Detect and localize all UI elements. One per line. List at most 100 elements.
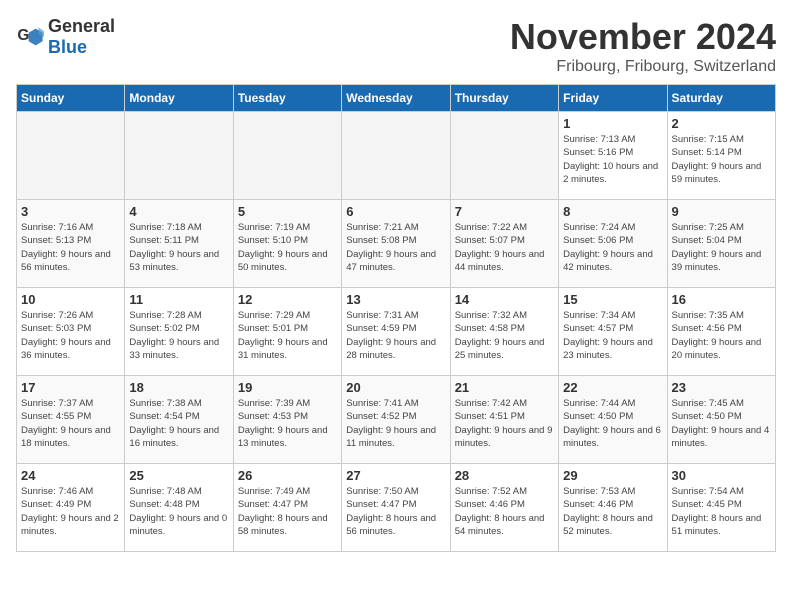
day-number: 18 bbox=[129, 380, 228, 395]
day-info: Sunrise: 7:52 AM Sunset: 4:46 PM Dayligh… bbox=[455, 485, 554, 538]
day-info: Sunrise: 7:44 AM Sunset: 4:50 PM Dayligh… bbox=[563, 397, 662, 450]
day-number: 3 bbox=[21, 204, 120, 219]
day-number: 29 bbox=[563, 468, 662, 483]
calendar-cell bbox=[233, 112, 341, 200]
header-day-friday: Friday bbox=[559, 85, 667, 112]
calendar-table: SundayMondayTuesdayWednesdayThursdayFrid… bbox=[16, 84, 776, 552]
week-row-3: 10Sunrise: 7:26 AM Sunset: 5:03 PM Dayli… bbox=[17, 288, 776, 376]
calendar-cell bbox=[17, 112, 125, 200]
calendar-cell: 4 Sunrise: 7:18 AM Sunset: 5:11 PM Daylig… bbox=[125, 200, 233, 288]
day-info: Sunrise: 7:48 AM Sunset: 4:48 PM Dayligh… bbox=[129, 485, 228, 538]
calendar-cell bbox=[125, 112, 233, 200]
day-number: 15 bbox=[563, 292, 662, 307]
day-number: 30 bbox=[672, 468, 771, 483]
day-info: Sunrise: 7:31 AM Sunset: 4:59 PM Dayligh… bbox=[346, 309, 445, 362]
day-info: Sunrise: 7:45 AM Sunset: 4:50 PM Dayligh… bbox=[672, 397, 771, 450]
day-number: 10 bbox=[21, 292, 120, 307]
calendar-cell: 2Sunrise: 7:15 AM Sunset: 5:14 PM Daylig… bbox=[667, 112, 775, 200]
day-info: Sunrise: 7:22 AM Sunset: 5:07 PM Dayligh… bbox=[455, 221, 554, 274]
day-number: 19 bbox=[238, 380, 337, 395]
day-info: Sunrise: 7:18 AM Sunset: 5:11 PM Dayligh… bbox=[129, 221, 228, 274]
calendar-cell: 30Sunrise: 7:54 AM Sunset: 4:45 PM Dayli… bbox=[667, 464, 775, 552]
day-info: Sunrise: 7:28 AM Sunset: 5:02 PM Dayligh… bbox=[129, 309, 228, 362]
header-day-monday: Monday bbox=[125, 85, 233, 112]
day-info: Sunrise: 7:35 AM Sunset: 4:56 PM Dayligh… bbox=[672, 309, 771, 362]
calendar-cell: 27 Sunrise: 7:50 AM Sunset: 4:47 PM Dayli… bbox=[342, 464, 450, 552]
day-number: 21 bbox=[455, 380, 554, 395]
day-info: Sunrise: 7:24 AM Sunset: 5:06 PM Dayligh… bbox=[563, 221, 662, 274]
calendar-cell: 19 Sunrise: 7:39 AM Sunset: 4:53 PM Dayli… bbox=[233, 376, 341, 464]
logo: G General Blue bbox=[16, 16, 115, 58]
day-info: Sunrise: 7:29 AM Sunset: 5:01 PM Dayligh… bbox=[238, 309, 337, 362]
day-info: Sunrise: 7:37 AM Sunset: 4:55 PM Dayligh… bbox=[21, 397, 120, 450]
day-number: 12 bbox=[238, 292, 337, 307]
day-number: 4 bbox=[129, 204, 228, 219]
day-number: 6 bbox=[346, 204, 445, 219]
day-info: Sunrise: 7:15 AM Sunset: 5:14 PM Dayligh… bbox=[672, 133, 771, 186]
week-row-1: 1 Sunrise: 7:13 AM Sunset: 5:16 PM Daylig… bbox=[17, 112, 776, 200]
calendar-cell: 25 Sunrise: 7:48 AM Sunset: 4:48 PM Dayli… bbox=[125, 464, 233, 552]
calendar-cell: 18Sunrise: 7:38 AM Sunset: 4:54 PM Dayli… bbox=[125, 376, 233, 464]
day-number: 28 bbox=[455, 468, 554, 483]
calendar-cell bbox=[342, 112, 450, 200]
day-number: 14 bbox=[455, 292, 554, 307]
header-day-wednesday: Wednesday bbox=[342, 85, 450, 112]
header-day-tuesday: Tuesday bbox=[233, 85, 341, 112]
location-title: Fribourg, Fribourg, Switzerland bbox=[510, 58, 776, 76]
day-info: Sunrise: 7:13 AM Sunset: 5:16 PM Dayligh… bbox=[563, 133, 662, 186]
calendar-cell: 12 Sunrise: 7:29 AM Sunset: 5:01 PM Dayli… bbox=[233, 288, 341, 376]
calendar-cell: 16 Sunrise: 7:35 AM Sunset: 4:56 PM Dayli… bbox=[667, 288, 775, 376]
day-number: 25 bbox=[129, 468, 228, 483]
day-info: Sunrise: 7:53 AM Sunset: 4:46 PM Dayligh… bbox=[563, 485, 662, 538]
day-number: 7 bbox=[455, 204, 554, 219]
day-number: 20 bbox=[346, 380, 445, 395]
calendar-cell: 14Sunrise: 7:32 AM Sunset: 4:58 PM Dayli… bbox=[450, 288, 558, 376]
day-info: Sunrise: 7:16 AM Sunset: 5:13 PM Dayligh… bbox=[21, 221, 120, 274]
header-row: SundayMondayTuesdayWednesdayThursdayFrid… bbox=[17, 85, 776, 112]
calendar-cell: 5 Sunrise: 7:19 AM Sunset: 5:10 PM Daylig… bbox=[233, 200, 341, 288]
calendar-cell: 8 Sunrise: 7:24 AM Sunset: 5:06 PM Daylig… bbox=[559, 200, 667, 288]
svg-text:G: G bbox=[17, 27, 29, 44]
calendar-cell: 6Sunrise: 7:21 AM Sunset: 5:08 PM Daylig… bbox=[342, 200, 450, 288]
day-number: 1 bbox=[563, 116, 662, 131]
day-info: Sunrise: 7:46 AM Sunset: 4:49 PM Dayligh… bbox=[21, 485, 120, 538]
calendar-cell: 13Sunrise: 7:31 AM Sunset: 4:59 PM Dayli… bbox=[342, 288, 450, 376]
day-number: 16 bbox=[672, 292, 771, 307]
day-info: Sunrise: 7:19 AM Sunset: 5:10 PM Dayligh… bbox=[238, 221, 337, 274]
calendar-cell: 22 Sunrise: 7:44 AM Sunset: 4:50 PM Dayli… bbox=[559, 376, 667, 464]
day-number: 5 bbox=[238, 204, 337, 219]
day-number: 9 bbox=[672, 204, 771, 219]
calendar-cell: 3 Sunrise: 7:16 AM Sunset: 5:13 PM Daylig… bbox=[17, 200, 125, 288]
day-info: Sunrise: 7:39 AM Sunset: 4:53 PM Dayligh… bbox=[238, 397, 337, 450]
calendar-cell: 28 Sunrise: 7:52 AM Sunset: 4:46 PM Dayli… bbox=[450, 464, 558, 552]
header-day-saturday: Saturday bbox=[667, 85, 775, 112]
day-number: 11 bbox=[129, 292, 228, 307]
calendar-cell: 7 Sunrise: 7:22 AM Sunset: 5:07 PM Daylig… bbox=[450, 200, 558, 288]
day-number: 24 bbox=[21, 468, 120, 483]
title-section: November 2024 Fribourg, Fribourg, Switze… bbox=[510, 16, 776, 76]
day-number: 8 bbox=[563, 204, 662, 219]
calendar-cell: 26 Sunrise: 7:49 AM Sunset: 4:47 PM Dayli… bbox=[233, 464, 341, 552]
calendar-cell: 1 Sunrise: 7:13 AM Sunset: 5:16 PM Daylig… bbox=[559, 112, 667, 200]
day-number: 23 bbox=[672, 380, 771, 395]
day-info: Sunrise: 7:49 AM Sunset: 4:47 PM Dayligh… bbox=[238, 485, 337, 538]
week-row-5: 24 Sunrise: 7:46 AM Sunset: 4:49 PM Dayli… bbox=[17, 464, 776, 552]
day-number: 17 bbox=[21, 380, 120, 395]
month-title: November 2024 bbox=[510, 16, 776, 58]
day-info: Sunrise: 7:50 AM Sunset: 4:47 PM Dayligh… bbox=[346, 485, 445, 538]
day-number: 27 bbox=[346, 468, 445, 483]
day-info: Sunrise: 7:42 AM Sunset: 4:51 PM Dayligh… bbox=[455, 397, 554, 450]
calendar-cell: 15 Sunrise: 7:34 AM Sunset: 4:57 PM Dayli… bbox=[559, 288, 667, 376]
week-row-2: 3 Sunrise: 7:16 AM Sunset: 5:13 PM Daylig… bbox=[17, 200, 776, 288]
calendar-cell: 11 Sunrise: 7:28 AM Sunset: 5:02 PM Dayli… bbox=[125, 288, 233, 376]
header: G General Blue November 2024 Fribourg, F… bbox=[16, 16, 776, 76]
day-info: Sunrise: 7:41 AM Sunset: 4:52 PM Dayligh… bbox=[346, 397, 445, 450]
day-number: 26 bbox=[238, 468, 337, 483]
week-row-4: 17 Sunrise: 7:37 AM Sunset: 4:55 PM Dayli… bbox=[17, 376, 776, 464]
calendar-cell: 10Sunrise: 7:26 AM Sunset: 5:03 PM Dayli… bbox=[17, 288, 125, 376]
logo-text: General Blue bbox=[48, 16, 115, 58]
day-info: Sunrise: 7:34 AM Sunset: 4:57 PM Dayligh… bbox=[563, 309, 662, 362]
day-number: 22 bbox=[563, 380, 662, 395]
calendar-cell: 20 Sunrise: 7:41 AM Sunset: 4:52 PM Dayli… bbox=[342, 376, 450, 464]
logo-icon: G bbox=[16, 23, 44, 51]
